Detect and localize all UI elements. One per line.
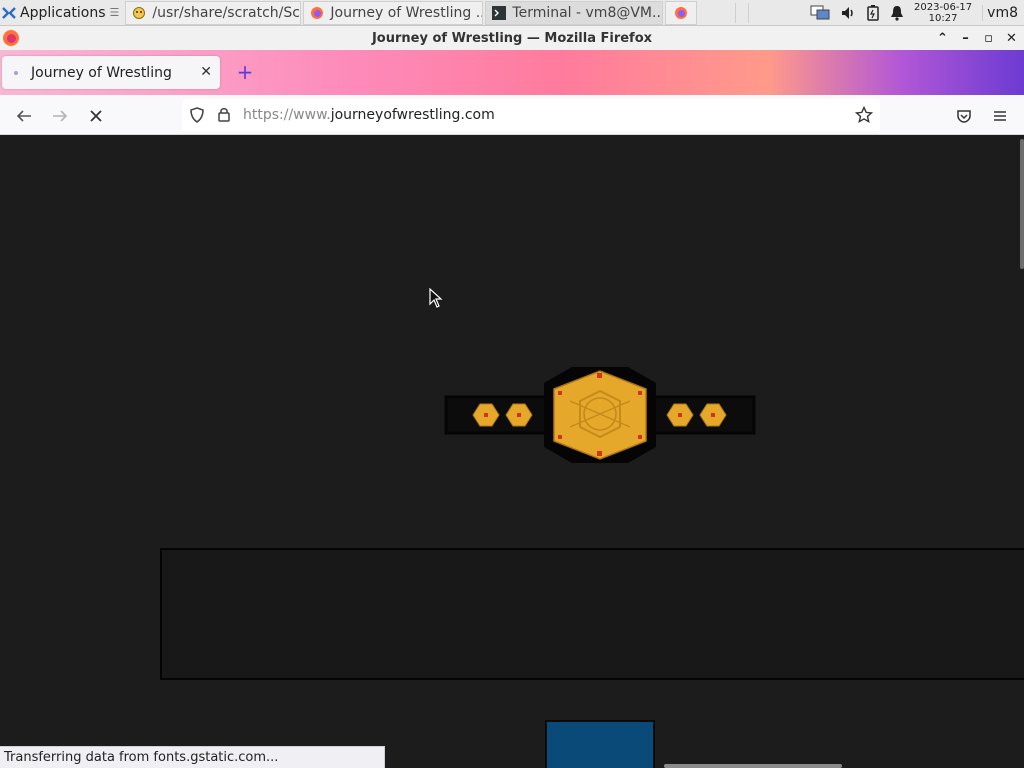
url-bar[interactable]: https://www.journeyofwrestling.com xyxy=(182,99,880,131)
notification-bell-icon[interactable] xyxy=(890,5,904,21)
taskbar-task-label: Journey of Wrestling ... xyxy=(330,4,484,21)
pocket-icon xyxy=(957,110,971,123)
stop-loading-button[interactable] xyxy=(85,105,107,127)
clock-date: 2023-06-17 xyxy=(914,1,973,13)
window-minimize-icon[interactable]: – xyxy=(957,31,974,46)
arrow-right-icon xyxy=(53,110,68,122)
navigation-toolbar: https://www.journeyofwrestling.com xyxy=(0,95,1024,135)
stop-x-icon xyxy=(90,110,102,122)
status-bar: Transferring data from fonts.gstatic.com… xyxy=(0,746,385,768)
tab-loading-dot-icon xyxy=(14,70,18,75)
taskbar-task-firefox[interactable]: Journey of Wrestling ... xyxy=(303,0,484,25)
tab-title: Journey of Wrestling xyxy=(31,64,172,81)
taskbar-task-label: Terminal - vm8@VM... xyxy=(512,4,664,21)
user-menu[interactable]: vm8 xyxy=(982,4,1020,21)
taskbar: Applications ☰ /usr/share/scratch/Sc... … xyxy=(0,0,1024,26)
menu-separator-icon: ☰ xyxy=(109,6,120,19)
window-titlebar: Journey of Wrestling — Mozilla Firefox ⌃… xyxy=(0,26,1024,50)
network-icon[interactable] xyxy=(810,4,830,22)
bookmark-star-icon[interactable] xyxy=(855,106,873,124)
firefox-icon xyxy=(675,6,688,19)
pocket-button[interactable] xyxy=(953,105,975,127)
content-panel xyxy=(160,548,1024,680)
xfce-logo-icon xyxy=(2,6,16,19)
new-tab-icon[interactable]: + xyxy=(234,61,256,83)
lock-icon[interactable] xyxy=(217,106,231,122)
arrow-left-icon xyxy=(16,110,31,122)
firefox-icon xyxy=(311,6,324,19)
terminal-icon xyxy=(492,5,507,20)
taskbar-task-label: /usr/share/scratch/Sc... xyxy=(152,4,302,21)
url-scheme: https://www. xyxy=(243,107,331,123)
horizontal-scrollbar[interactable] xyxy=(664,764,842,768)
belt-plate xyxy=(553,370,647,460)
championship-belt-logo xyxy=(444,367,756,463)
taskbar-divider xyxy=(748,2,750,23)
page-content[interactable] xyxy=(0,135,1024,768)
applications-label: Applications xyxy=(20,4,106,21)
window-maximize-icon[interactable]: ▫ xyxy=(980,31,997,46)
taskbar-task-scratch[interactable]: /usr/share/scratch/Sc... xyxy=(125,0,302,25)
blue-button-block[interactable] xyxy=(545,720,655,768)
window-shade-icon[interactable]: ⌃ xyxy=(934,31,951,46)
clock[interactable]: 2023-06-17 10:27 xyxy=(914,2,972,24)
taskbar-task-firefox-2[interactable] xyxy=(665,0,698,25)
tab-close-icon[interactable]: ✕ xyxy=(200,64,212,80)
vertical-scrollbar[interactable] xyxy=(1020,139,1024,269)
url-host: journeyofwrestling.com xyxy=(330,107,495,123)
window-title: Journey of Wrestling — Mozilla Firefox xyxy=(371,30,653,46)
battery-icon[interactable] xyxy=(866,4,880,21)
url-text[interactable]: https://www.journeyofwrestling.com xyxy=(243,107,495,123)
tab-journey-of-wrestling[interactable]: Journey of Wrestling ✕ xyxy=(2,56,220,89)
applications-menu[interactable]: Applications ☰ xyxy=(0,0,123,26)
window-close-icon[interactable]: ✕ xyxy=(1003,31,1020,46)
tab-strip: Journey of Wrestling ✕ + xyxy=(0,50,1024,95)
firefox-icon xyxy=(3,30,19,46)
forward-button[interactable] xyxy=(49,105,71,127)
tracking-shield-icon[interactable] xyxy=(189,107,205,123)
taskbar-divider xyxy=(735,2,737,23)
app-menu-button[interactable] xyxy=(989,105,1011,127)
scratch-cat-icon xyxy=(133,6,146,19)
hamburger-menu-icon xyxy=(994,111,1006,121)
clock-time: 10:27 xyxy=(928,12,958,24)
window-controls: ⌃ – ▫ ✕ xyxy=(934,26,1020,50)
system-tray: 2023-06-17 10:27 vm8 xyxy=(810,0,1024,26)
taskbar-task-terminal[interactable]: Terminal - vm8@VM... xyxy=(485,0,664,25)
mouse-cursor-icon xyxy=(429,288,443,308)
back-button[interactable] xyxy=(13,105,35,127)
volume-icon[interactable] xyxy=(840,5,856,21)
